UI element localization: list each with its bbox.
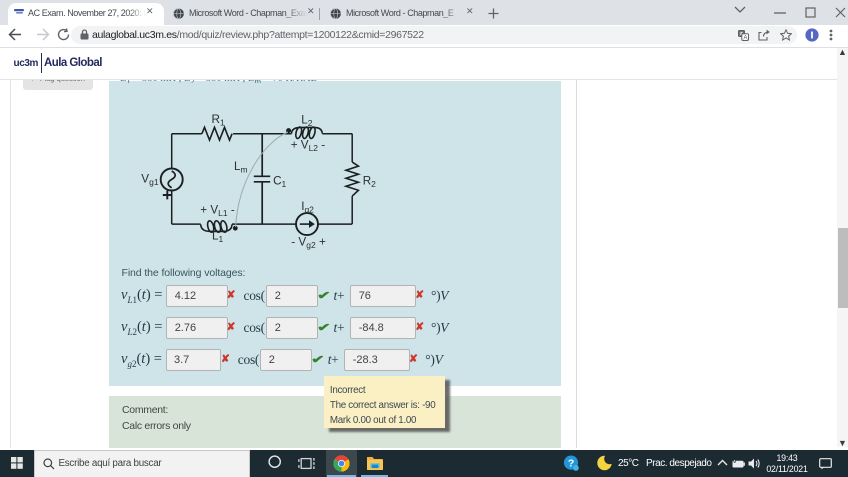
svg-text:Vg1: Vg1 xyxy=(141,173,159,188)
svg-text:R1: R1 xyxy=(212,113,225,128)
svg-text:Ig2: Ig2 xyxy=(301,200,314,215)
svg-text:L2: L2 xyxy=(301,113,313,128)
svg-text:R2: R2 xyxy=(363,175,376,190)
svg-text:+ VL2 -: + VL2 - xyxy=(291,139,326,154)
svg-text:C1: C1 xyxy=(273,174,286,189)
svg-text:Lm: Lm xyxy=(234,160,248,175)
svg-text:- Vg2 +: - Vg2 + xyxy=(291,236,326,251)
svg-text:+ VL1 -: + VL1 - xyxy=(200,204,235,219)
